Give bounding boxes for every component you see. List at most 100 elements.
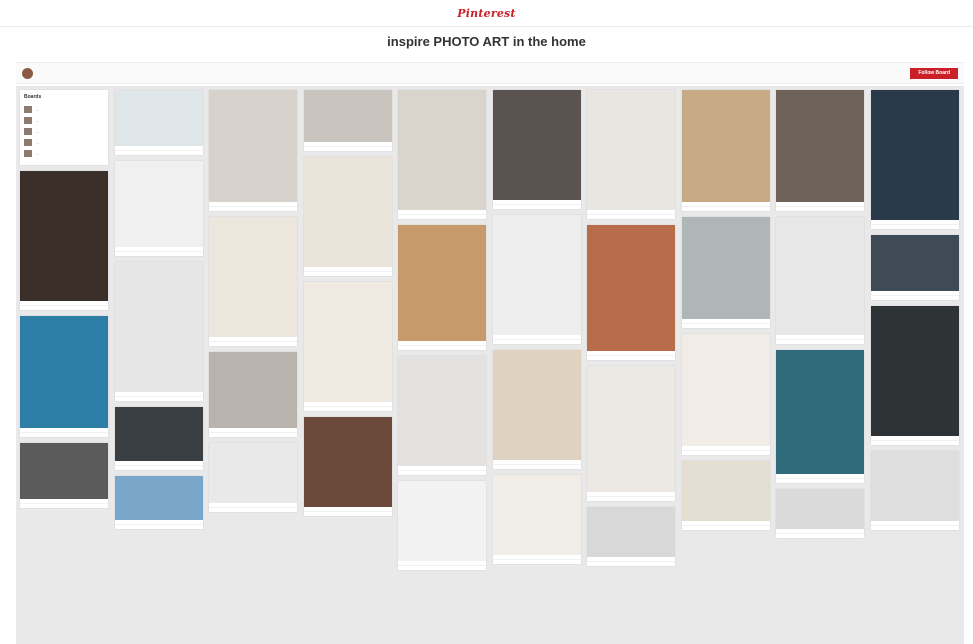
pin-source[interactable] [587, 214, 675, 219]
board-section-item[interactable]: ... [20, 126, 108, 137]
pin-image[interactable] [303, 282, 392, 402]
pin-card[interactable] [587, 225, 675, 360]
pin-image[interactable] [870, 235, 959, 291]
pin-card[interactable] [776, 217, 864, 344]
pin-card[interactable] [114, 407, 203, 470]
pin-card[interactable] [114, 262, 203, 401]
pin-image[interactable] [303, 417, 392, 507]
pin-card[interactable] [870, 90, 959, 229]
pin-image[interactable] [681, 90, 770, 202]
pin-source[interactable] [681, 206, 770, 211]
pin-source[interactable] [776, 206, 864, 211]
pin-source[interactable] [20, 503, 108, 508]
pinterest-logo[interactable]: Pinterest [457, 7, 515, 20]
pin-card[interactable] [209, 217, 297, 346]
pin-card[interactable] [209, 443, 297, 512]
pin-image[interactable] [587, 225, 675, 351]
pin-card[interactable] [303, 417, 392, 516]
pin-source[interactable] [492, 339, 581, 344]
pin-card[interactable] [587, 90, 675, 219]
pin-image[interactable] [398, 225, 486, 341]
pin-source[interactable] [209, 507, 297, 512]
pin-source[interactable] [398, 345, 486, 350]
pin-image[interactable] [209, 217, 297, 337]
pin-card[interactable] [20, 171, 108, 310]
pin-source[interactable] [492, 464, 581, 469]
pin-source[interactable] [681, 450, 770, 455]
pin-image[interactable] [20, 443, 108, 499]
pin-source[interactable] [398, 565, 486, 570]
pin-image[interactable] [398, 90, 486, 210]
pin-image[interactable] [870, 90, 959, 220]
pin-image[interactable] [209, 443, 297, 503]
pin-source[interactable] [870, 295, 959, 300]
pin-image[interactable] [114, 161, 203, 247]
pin-image[interactable] [681, 217, 770, 319]
pin-card[interactable] [492, 475, 581, 564]
pin-card[interactable] [114, 90, 203, 155]
pin-source[interactable] [114, 396, 203, 401]
pin-card[interactable] [776, 489, 864, 538]
pin-card[interactable] [492, 215, 581, 344]
pin-source[interactable] [681, 525, 770, 530]
board-section-item[interactable]: ... [20, 148, 108, 159]
pin-card[interactable] [776, 90, 864, 211]
pin-image[interactable] [20, 316, 108, 428]
follow-button[interactable]: Follow Board [910, 67, 958, 79]
pin-image[interactable] [492, 475, 581, 555]
pin-card[interactable] [492, 90, 581, 209]
pin-card[interactable] [303, 90, 392, 151]
board-section-item[interactable]: ... [20, 115, 108, 126]
pin-card[interactable] [398, 356, 486, 475]
pin-card[interactable] [681, 461, 770, 530]
pin-image[interactable] [303, 90, 392, 142]
pin-card[interactable] [870, 451, 959, 530]
pin-source[interactable] [114, 524, 203, 529]
pin-source[interactable] [681, 323, 770, 328]
pin-image[interactable] [209, 90, 297, 202]
pin-source[interactable] [20, 305, 108, 310]
pin-source[interactable] [209, 206, 297, 211]
pin-card[interactable] [398, 225, 486, 350]
pin-card[interactable] [870, 235, 959, 300]
pin-source[interactable] [870, 224, 959, 229]
pin-card[interactable] [114, 161, 203, 256]
pin-image[interactable] [114, 90, 203, 146]
board-section-item[interactable]: ... [20, 104, 108, 115]
pin-source[interactable] [303, 271, 392, 276]
avatar[interactable] [22, 67, 33, 79]
pin-image[interactable] [587, 366, 675, 492]
pin-source[interactable] [776, 339, 864, 344]
board-owner[interactable] [16, 67, 38, 79]
pin-image[interactable] [209, 352, 297, 428]
pin-image[interactable] [776, 90, 864, 202]
pin-image[interactable] [587, 90, 675, 210]
board-section-item[interactable]: ... [20, 137, 108, 148]
pin-source[interactable] [587, 355, 675, 360]
pin-card[interactable] [587, 507, 675, 566]
pin-image[interactable] [681, 334, 770, 446]
pin-source[interactable] [303, 406, 392, 411]
pin-source[interactable] [870, 525, 959, 530]
pin-source[interactable] [398, 214, 486, 219]
pin-card[interactable] [209, 90, 297, 211]
pin-source[interactable] [114, 150, 203, 155]
pin-card[interactable] [870, 306, 959, 445]
pin-card[interactable] [587, 366, 675, 501]
pin-image[interactable] [114, 407, 203, 461]
pin-image[interactable] [114, 476, 203, 520]
pin-source[interactable] [114, 251, 203, 256]
pin-card[interactable] [303, 282, 392, 411]
pin-source[interactable] [20, 432, 108, 437]
pin-image[interactable] [870, 451, 959, 521]
pin-source[interactable] [303, 511, 392, 516]
pin-image[interactable] [587, 507, 675, 557]
pin-image[interactable] [681, 461, 770, 521]
pin-source[interactable] [587, 561, 675, 566]
pin-card[interactable] [776, 350, 864, 483]
pin-image[interactable] [776, 217, 864, 335]
pin-source[interactable] [492, 204, 581, 209]
pin-card[interactable] [492, 350, 581, 469]
pin-card[interactable] [20, 443, 108, 508]
pin-source[interactable] [209, 341, 297, 346]
